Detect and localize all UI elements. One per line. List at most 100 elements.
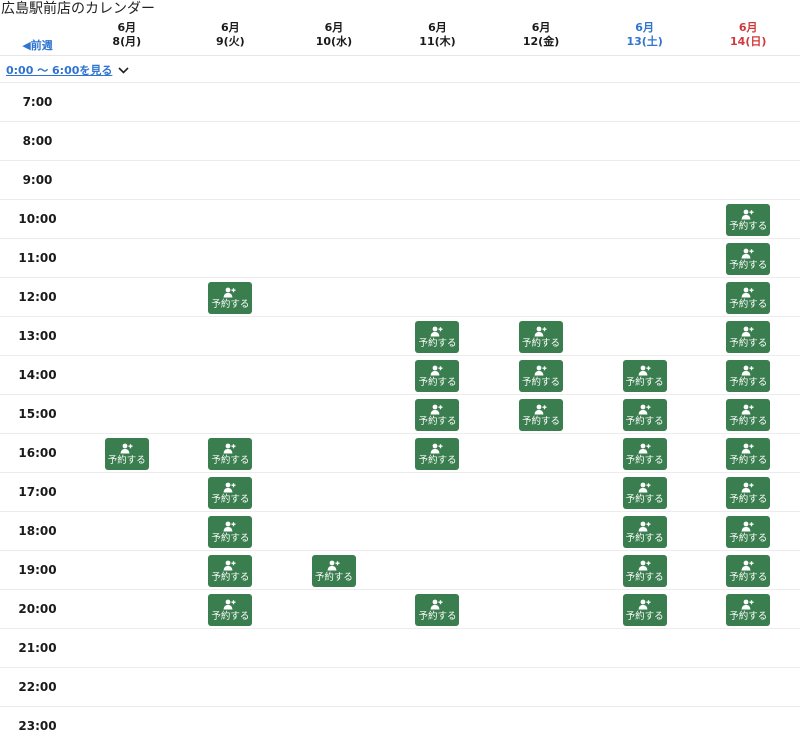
reserve-label: 予約する: [211, 454, 250, 466]
time-slot: 予約する: [696, 239, 800, 278]
time-slot: [282, 434, 386, 473]
add-person-icon: [223, 443, 237, 455]
time-slot: [179, 122, 283, 161]
early-hours-toggle[interactable]: 0:00 〜 6:00を見る: [6, 62, 129, 78]
time-slot: [179, 161, 283, 200]
reserve-button[interactable]: 予約する: [726, 437, 771, 470]
time-slot: [179, 668, 283, 707]
add-person-icon: [741, 599, 755, 611]
time-slot: [489, 434, 593, 473]
reserve-button[interactable]: 予約する: [622, 593, 667, 626]
reserve-button[interactable]: 予約する: [726, 281, 771, 314]
time-slot: 予約する: [179, 551, 283, 590]
time-slot: [179, 395, 283, 434]
time-label: 14:00: [18, 368, 57, 382]
add-person-icon: [534, 326, 548, 338]
time-slot: [75, 317, 179, 356]
day-header: 6月 14(日): [696, 20, 800, 56]
day-month: 6月: [221, 21, 240, 34]
time-row: 13:00 予約する 予約する 予約する: [0, 316, 800, 355]
reserve-button[interactable]: 予約する: [622, 515, 667, 548]
add-person-icon: [223, 599, 237, 611]
reserve-button[interactable]: 予約する: [622, 476, 667, 509]
reserve-button[interactable]: 予約する: [726, 593, 771, 626]
time-slot: 予約する: [489, 395, 593, 434]
reserve-button[interactable]: 予約する: [104, 437, 149, 470]
time-slot: [489, 590, 593, 629]
time-slot: [489, 200, 593, 239]
time-slot: [386, 473, 490, 512]
time-slot: [282, 473, 386, 512]
time-label: 19:00: [18, 563, 57, 577]
reserve-button[interactable]: 予約する: [726, 476, 771, 509]
reserve-button[interactable]: 予約する: [726, 320, 771, 353]
time-slot: [282, 512, 386, 551]
reserve-button[interactable]: 予約する: [726, 203, 771, 236]
reserve-button[interactable]: 予約する: [726, 242, 771, 275]
reserve-button[interactable]: 予約する: [519, 398, 564, 431]
day-month: 6月: [324, 21, 344, 34]
reserve-button[interactable]: 予約する: [519, 320, 564, 353]
reserve-button[interactable]: 予約する: [726, 554, 771, 587]
reserve-button[interactable]: 予約する: [208, 554, 253, 587]
reserve-button[interactable]: 予約する: [415, 398, 460, 431]
reserve-label: 予約する: [625, 571, 664, 583]
reserve-button[interactable]: 予約する: [622, 554, 667, 587]
add-person-icon: [638, 521, 652, 533]
reserve-button[interactable]: 予約する: [415, 359, 460, 392]
time-slot: 予約する: [282, 551, 386, 590]
reserve-label: 予約する: [729, 220, 768, 232]
early-hours-label[interactable]: 0:00 〜 6:00を見る: [6, 62, 112, 78]
reserve-label: 予約する: [211, 298, 250, 310]
time-slot: [179, 83, 283, 122]
reserve-button[interactable]: 予約する: [208, 593, 253, 626]
chevron-down-icon[interactable]: [118, 64, 129, 77]
reserve-button[interactable]: 予約する: [208, 476, 253, 509]
day-date: 11(木): [419, 35, 456, 48]
reserve-button[interactable]: 予約する: [415, 437, 460, 470]
add-person-icon: [638, 482, 652, 494]
time-row: 12:00 予約する 予約する: [0, 277, 800, 316]
time-slot: [489, 278, 593, 317]
reserve-button[interactable]: 予約する: [726, 359, 771, 392]
day-month: 6月: [738, 21, 758, 34]
time-slot: [593, 161, 697, 200]
add-person-icon: [741, 521, 755, 533]
time-slot: [75, 239, 179, 278]
reserve-label: 予約する: [107, 454, 146, 466]
time-slot: [386, 122, 490, 161]
reserve-label: 予約する: [211, 532, 250, 544]
time-row: 9:00: [0, 160, 800, 199]
reserve-button[interactable]: 予約する: [622, 437, 667, 470]
reserve-button[interactable]: 予約する: [726, 515, 771, 548]
reserve-button[interactable]: 予約する: [622, 359, 667, 392]
time-slot: [75, 473, 179, 512]
reserve-button[interactable]: 予約する: [415, 593, 460, 626]
time-slot: [489, 668, 593, 707]
reserve-button[interactable]: 予約する: [311, 554, 356, 587]
time-slot: 予約する: [179, 473, 283, 512]
reserve-button[interactable]: 予約する: [415, 320, 460, 353]
time-slot: [282, 629, 386, 668]
prev-week-link[interactable]: ◀前週: [0, 20, 75, 56]
reserve-label: 予約する: [211, 610, 250, 622]
reserve-label: 予約する: [729, 454, 768, 466]
time-slot: 予約する: [696, 434, 800, 473]
reserve-label: 予約する: [418, 337, 457, 349]
time-slot: 予約する: [696, 590, 800, 629]
reserve-button[interactable]: 予約する: [208, 281, 253, 314]
reserve-button[interactable]: 予約する: [726, 398, 771, 431]
add-person-icon: [430, 599, 444, 611]
reserve-label: 予約する: [729, 610, 768, 622]
time-label: 9:00: [22, 173, 53, 187]
time-slot: [593, 83, 697, 122]
add-person-icon: [741, 365, 755, 377]
reserve-button[interactable]: 予約する: [622, 398, 667, 431]
reserve-button[interactable]: 予約する: [208, 515, 253, 548]
time-slot: 予約する: [386, 590, 490, 629]
time-label: 20:00: [18, 602, 57, 616]
time-label: 13:00: [18, 329, 57, 343]
reserve-button[interactable]: 予約する: [519, 359, 564, 392]
reserve-label: 予約する: [522, 376, 561, 388]
reserve-button[interactable]: 予約する: [208, 437, 253, 470]
